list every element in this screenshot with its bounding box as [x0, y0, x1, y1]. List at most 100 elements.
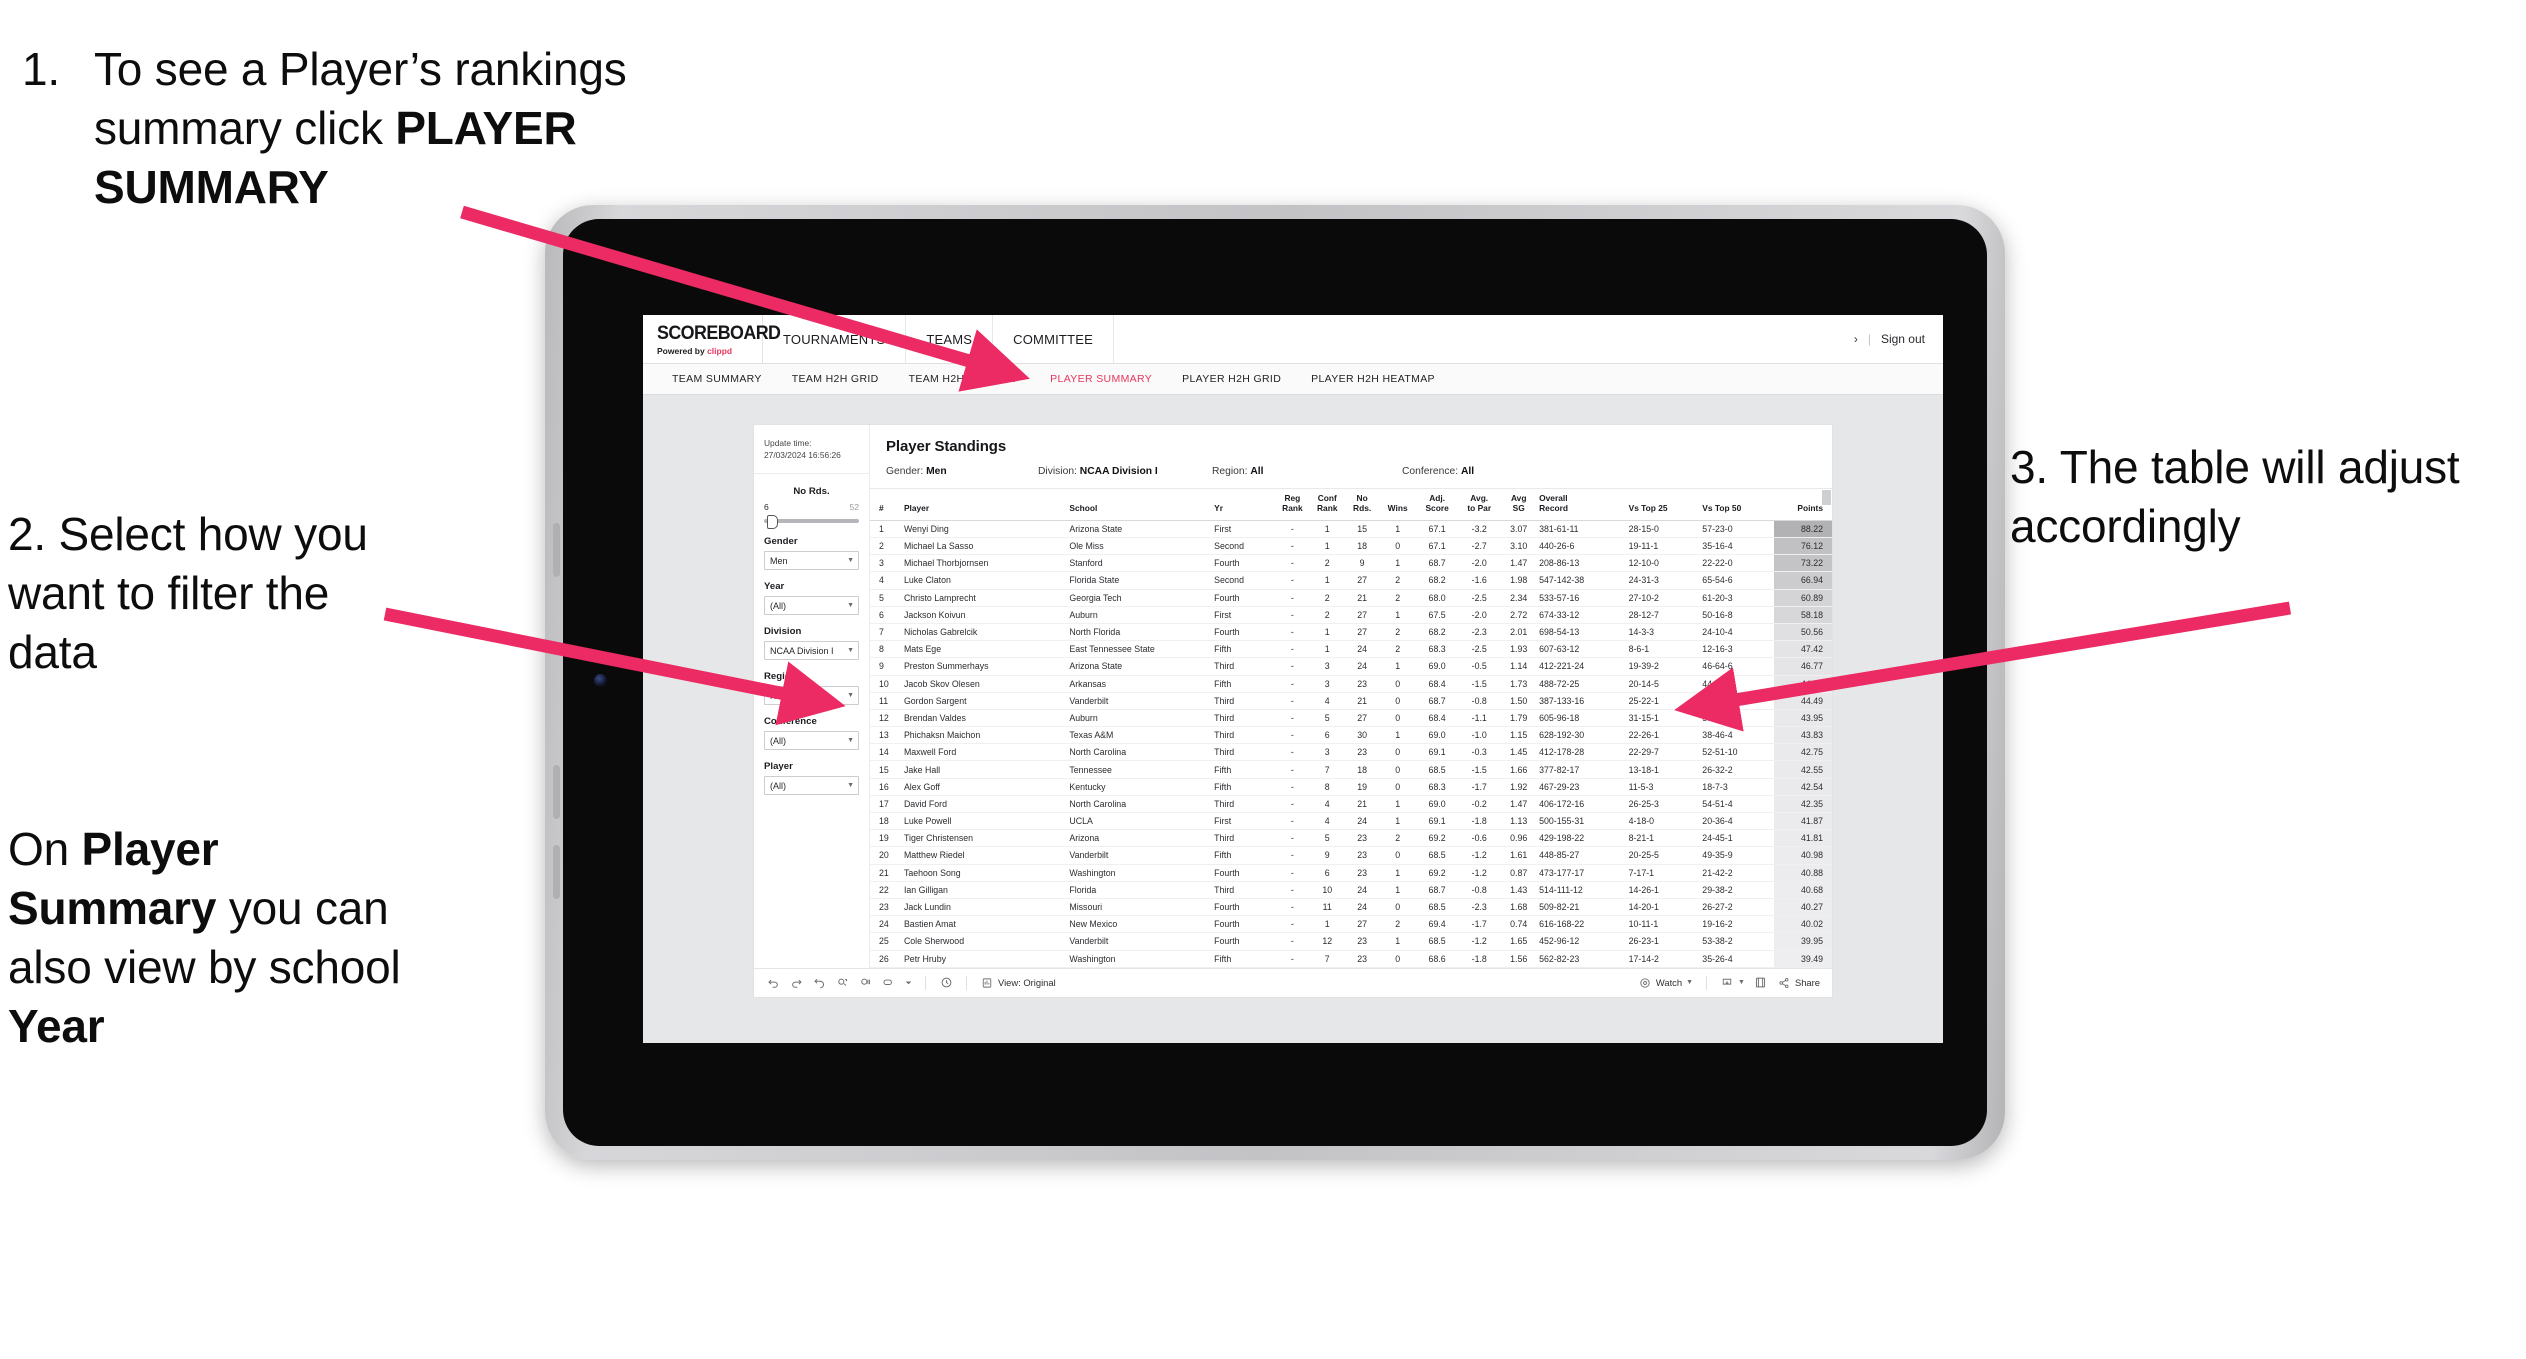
- filter-division-select[interactable]: NCAA Division I ▼: [764, 641, 859, 661]
- undo-icon[interactable]: [766, 976, 780, 990]
- no-rounds-slider[interactable]: [764, 515, 859, 530]
- table-row[interactable]: 15 Jake Hall Tennessee Fifth -7 18 0 68.5 -1.5 1.…: [870, 760, 1832, 779]
- table-row[interactable]: 9 Preston Summerhays Arizona State Third -3 2…: [870, 657, 1832, 676]
- filter-year-select[interactable]: (All) ▼: [764, 596, 859, 616]
- table-row[interactable]: 12 Brendan Valdes Auburn Third -5 27 0 68.4 -1.1…: [870, 709, 1832, 728]
- table-row[interactable]: 4 Luke Claton Florida State Second -1 27 2 68.2…: [870, 571, 1832, 590]
- table-row[interactable]: 25 Cole Sherwood Vanderbilt Fourth -12 23 1 68.…: [870, 932, 1832, 951]
- cell-value: 500-155-31: [1537, 812, 1627, 831]
- subnav-item-player-h2h-heatmap[interactable]: PLAYER H2H HEATMAP: [1296, 373, 1450, 385]
- table-row[interactable]: 23 Jack Lundin Missouri Fourth -11 24 0 68.5 -2.…: [870, 898, 1832, 917]
- redo-icon[interactable]: [789, 976, 803, 990]
- column-header-[interactable]: #: [870, 489, 899, 521]
- column-header-overall[interactable]: Overall Record: [1537, 489, 1627, 521]
- table-row[interactable]: 18 Luke Powell UCLA First -4 24 1 69.1 -1.8 1.13 5…: [870, 812, 1832, 831]
- table-row[interactable]: 2 Michael La Sasso Ole Miss Second -1 18 0 67.1…: [870, 537, 1832, 556]
- filter-gender-select[interactable]: Men ▼: [764, 551, 859, 571]
- front-camera-icon: [594, 674, 607, 687]
- cell-value: 24: [1345, 881, 1380, 899]
- vertical-scrollbar-thumb[interactable]: [1822, 490, 1831, 505]
- rect-select-icon[interactable]: [881, 976, 895, 990]
- cell-value: 22-26-1: [1626, 726, 1701, 745]
- sign-out-link[interactable]: Sign out: [1881, 332, 1925, 346]
- clock-icon[interactable]: [939, 976, 953, 990]
- cell-value: Third: [1212, 692, 1276, 710]
- table-row[interactable]: 16 Alex Goff Kentucky Fifth -8 19 0 68.3 -1.7 1.9…: [870, 778, 1832, 796]
- cell-value: 2: [1379, 589, 1417, 607]
- breadcrumb-gender-value: Men: [926, 466, 947, 477]
- topnav-item-committee[interactable]: COMMITTEE: [993, 315, 1114, 363]
- share-button[interactable]: Share: [1777, 976, 1820, 990]
- table-row[interactable]: 10 Jacob Skov Olesen Arkansas Fifth -3 23 0 68.…: [870, 675, 1832, 693]
- subnav-item-player-h2h-grid[interactable]: PLAYER H2H GRID: [1167, 373, 1296, 385]
- topnav-item-teams[interactable]: TEAMS: [906, 315, 994, 363]
- cell-value: First: [1212, 606, 1276, 624]
- column-header-reg[interactable]: Reg Rank: [1275, 489, 1310, 521]
- column-header-school[interactable]: School: [1067, 489, 1213, 521]
- no-rounds-slider-handle[interactable]: [767, 515, 778, 530]
- dropdown-icon[interactable]: [904, 976, 912, 990]
- column-header-player[interactable]: Player: [898, 489, 1068, 521]
- breadcrumb-region: Region: All: [1212, 466, 1402, 477]
- table-row[interactable]: 1 Wenyi Ding Arizona State First -1 15 1 67.1 -3…: [870, 520, 1832, 539]
- filter-region-select[interactable]: N/A ▼: [764, 686, 859, 706]
- cell-player: Bastien Amat: [898, 915, 1068, 934]
- column-header-conf[interactable]: Conf Rank: [1309, 489, 1346, 521]
- download-button[interactable]: ▼: [1720, 976, 1745, 990]
- table-row[interactable]: 21 Taehoon Song Washington Fourth -6 23 1 69.2-…: [870, 864, 1832, 882]
- table-row[interactable]: 24 Bastien Amat New Mexico Fourth -1 27 2 69.4-…: [870, 915, 1832, 934]
- table-row[interactable]: 14 Maxwell Ford North Carolina Third -3 23 0 69…: [870, 743, 1832, 762]
- cell-value: 68.2: [1416, 623, 1459, 642]
- subnav-item-player-summary[interactable]: PLAYER SUMMARY: [1035, 373, 1167, 385]
- fullscreen-icon[interactable]: [1754, 976, 1768, 990]
- table-row[interactable]: 19 Tiger Christensen Arizona Third -5 23 2 69.2…: [870, 829, 1832, 848]
- filter-conference-select[interactable]: (All) ▼: [764, 731, 859, 751]
- cell-value: 25-22-1: [1626, 692, 1701, 710]
- revert-icon[interactable]: [812, 976, 826, 990]
- user-menu-icon[interactable]: ›: [1854, 332, 1858, 346]
- cell-value: 387-133-16: [1537, 692, 1627, 710]
- column-header-vs-top-50[interactable]: Vs Top 50: [1700, 489, 1774, 521]
- table-row[interactable]: 8 Mats Ege East Tennessee State Fifth -1 24 2 6…: [870, 640, 1832, 659]
- subnav-item-team-summary[interactable]: TEAM SUMMARY: [657, 373, 777, 385]
- cell-player: Tiger Christensen: [898, 829, 1068, 848]
- topnav-item-tournaments[interactable]: TOURNAMENTS: [763, 315, 907, 363]
- table-row[interactable]: 22 Ian Gilligan Florida Third -10 24 1 68.7 -0.8…: [870, 881, 1832, 899]
- table-row[interactable]: 7 Nicholas Gabrelcik North Florida Fourth -1…: [870, 623, 1832, 642]
- column-header-avg[interactable]: Avg. to Par: [1458, 489, 1501, 521]
- cell-value: 26-25-3: [1626, 795, 1701, 814]
- cell-value: Florida: [1067, 881, 1213, 899]
- column-header-adj[interactable]: Adj. Score: [1416, 489, 1459, 521]
- table-row[interactable]: 3 Michael Thorbjornsen Stanford Fourth -2 9 1 6…: [870, 554, 1832, 573]
- column-header-yr[interactable]: Yr: [1212, 489, 1276, 521]
- table-row[interactable]: 26 Petr Hruby Washington Fifth -7 23 0 68.6 -1.8…: [870, 950, 1832, 968]
- table-row[interactable]: 6 Jackson Koivun Auburn First -2 27 1 67.5 -2.0 2…: [870, 606, 1832, 624]
- update-time-value: 27/03/2024 16:56:26: [764, 450, 841, 461]
- view-original-button[interactable]: View: Original: [980, 976, 1056, 990]
- chevron-down-icon: ▼: [847, 647, 854, 655]
- cell-points: 50.56: [1773, 623, 1832, 642]
- cell-value: 1: [1379, 520, 1417, 539]
- refresh-icon[interactable]: [835, 976, 849, 990]
- filter-gender-label: Gender: [764, 536, 798, 548]
- pause-icon[interactable]: [858, 976, 872, 990]
- cell-value: 21-42-2: [1700, 864, 1774, 882]
- table-row[interactable]: 13 Phichaksn Maichon Texas A&M Third -6 30 1 69…: [870, 726, 1832, 745]
- column-header-no[interactable]: No Rds.: [1345, 489, 1380, 521]
- filter-player-select[interactable]: (All) ▼: [764, 776, 859, 796]
- table-row[interactable]: 17 David Ford North Carolina Third -4 21 1 69.0…: [870, 795, 1832, 814]
- column-header-vs-top-25[interactable]: Vs Top 25: [1626, 489, 1701, 521]
- cell-player: Phichaksn Maichon: [898, 726, 1068, 745]
- subnav-item-team-h2h-grid[interactable]: TEAM H2H GRID: [777, 373, 894, 385]
- column-header-avg[interactable]: Avg SG: [1500, 489, 1538, 521]
- subnav-item-team-h2h-heatmap[interactable]: TEAM H2H HEATMAP: [894, 373, 1036, 385]
- table-row[interactable]: 5 Christo Lamprecht Georgia Tech Fourth -2 21…: [870, 589, 1832, 607]
- cell-value: First: [1212, 812, 1276, 831]
- table-row[interactable]: 11 Gordon Sargent Vanderbilt Third -4 21 0 68.7…: [870, 692, 1832, 710]
- app-logo[interactable]: SCOREBOARD Powered by clippd: [643, 315, 781, 363]
- share-label: Share: [1794, 977, 1820, 989]
- table-row[interactable]: 20 Matthew Riedel Vanderbilt Fifth -9 23 0 68.5…: [870, 846, 1832, 865]
- cell-value: -3.2: [1458, 520, 1501, 539]
- watch-button[interactable]: Watch ▼: [1638, 976, 1693, 990]
- column-header-wins[interactable]: Wins: [1379, 489, 1417, 521]
